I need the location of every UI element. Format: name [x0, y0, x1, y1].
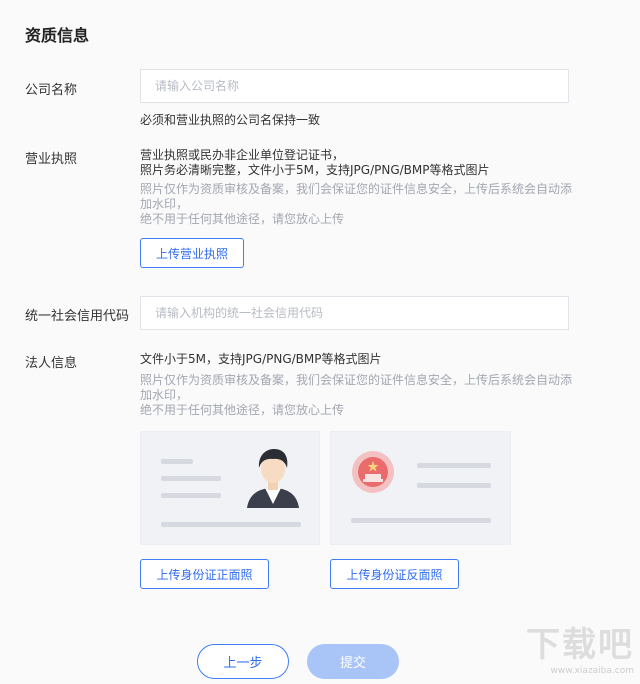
legal-person-note-line2: 加水印，: [140, 388, 189, 402]
business-license-note-line3: 绝不用于任何其他途径，请您放心上传: [140, 212, 345, 226]
card-line: [161, 459, 193, 464]
upload-id-front-button[interactable]: 上传身份证正面照: [140, 559, 269, 589]
card-line: [161, 493, 221, 498]
legal-person-desc: 文件小于5M，支持JPG/PNG/BMP等格式图片: [140, 352, 382, 366]
business-license-desc-line1: 营业执照或民办非企业单位登记证书，: [140, 148, 345, 162]
credit-code-label: 统一社会信用代码: [25, 309, 130, 324]
business-license-note-line1: 照片仅作为资质审核及备案，我们会保证您的证件信息安全，上传后系统会自动添: [140, 182, 573, 196]
legal-person-label: 法人信息: [25, 356, 78, 371]
legal-person-note: 照片仅作为资质审核及备案，我们会保证您的证件信息安全，上传后系统会自动添 加水印…: [140, 373, 575, 418]
upload-id-back-button[interactable]: 上传身份证反面照: [330, 559, 459, 589]
avatar-illustration: [247, 449, 299, 508]
business-license-note: 照片仅作为资质审核及备案，我们会保证您的证件信息安全，上传后系统会自动添 加水印…: [140, 182, 575, 227]
card-line: [161, 476, 221, 481]
business-license-note-line2: 加水印，: [140, 197, 189, 211]
business-license-desc-line2: 照片务必清晰完整，文件小于5M，支持JPG/PNG/BMP等格式图片: [140, 163, 490, 177]
watermark: 下载吧 www.xiazaiba.com: [526, 617, 634, 676]
business-license-label: 营业执照: [25, 152, 78, 167]
prev-step-button[interactable]: 上一步: [197, 644, 289, 679]
company-name-label: 公司名称: [25, 83, 78, 98]
card-line: [417, 463, 491, 468]
submit-button[interactable]: 提交: [307, 644, 399, 679]
upload-business-license-button[interactable]: 上传营业执照: [140, 238, 244, 268]
watermark-text: 下载吧: [526, 625, 634, 665]
national-emblem-icon: [352, 451, 394, 493]
business-license-desc: 营业执照或民办非企业单位登记证书， 照片务必清晰完整，文件小于5M，支持JPG/…: [140, 148, 489, 178]
card-line: [351, 518, 491, 523]
company-name-input[interactable]: [140, 69, 569, 103]
card-line: [161, 522, 301, 527]
legal-person-note-line3: 绝不用于任何其他途径，请您放心上传: [140, 403, 345, 417]
legal-person-note-line1: 照片仅作为资质审核及备案，我们会保证您的证件信息安全，上传后系统会自动添: [140, 373, 573, 387]
id-card-front-sample: [140, 431, 320, 545]
company-name-hint: 必须和营业执照的公司名保持一致: [140, 113, 321, 127]
page-title: 资质信息: [25, 26, 90, 45]
id-card-back-sample: [330, 431, 511, 545]
credit-code-input[interactable]: [140, 296, 569, 330]
watermark-url: www.xiazaiba.com: [550, 666, 634, 676]
card-line: [417, 483, 491, 488]
